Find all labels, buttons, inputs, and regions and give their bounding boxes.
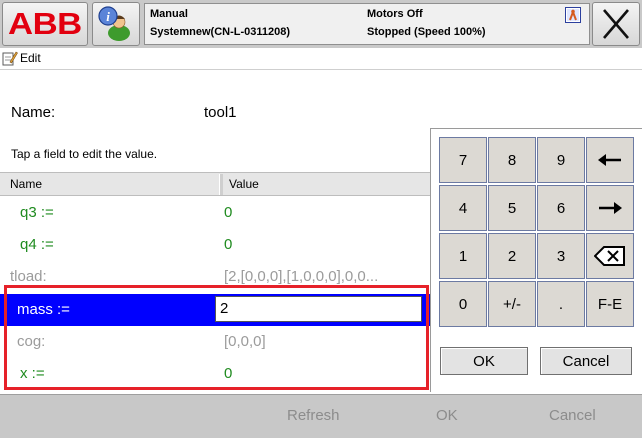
top-bar: ABB i Manual Systemnew(CN-L-0311208) Mot… [0, 0, 642, 48]
system-name: Systemnew(CN-L-0311208) [150, 26, 291, 38]
backspace-button[interactable] [586, 233, 634, 279]
command-bar: Refresh OK Cancel [0, 394, 642, 438]
svg-text:i: i [106, 9, 110, 24]
key-1[interactable]: 1 [439, 233, 487, 279]
table-row[interactable]: q3 := 0 [0, 197, 430, 229]
row-name: tload: [10, 268, 47, 285]
refresh-button[interactable]: Refresh [287, 407, 340, 424]
key-plus-minus[interactable]: +/- [488, 281, 536, 327]
close-icon [603, 9, 629, 39]
name-label: Name: [11, 104, 56, 121]
arrow-left-icon [598, 154, 621, 166]
key-0[interactable]: 0 [439, 281, 487, 327]
key-4[interactable]: 4 [439, 185, 487, 231]
cursor-left-button[interactable] [586, 137, 634, 183]
view-header: Edit [0, 48, 642, 70]
keypad-ok-button[interactable]: OK [440, 347, 528, 375]
key-8[interactable]: 8 [488, 137, 536, 183]
table-row[interactable]: q4 := 0 [0, 229, 430, 261]
column-header-name: Name [10, 177, 43, 191]
record-name: tool1 [204, 104, 237, 121]
tasks-icon [565, 7, 581, 23]
numeric-keypad: 7 8 9 4 5 6 1 2 3 0 +/- . F-E OK Cancel [430, 128, 642, 392]
status-bar[interactable]: Manual Systemnew(CN-L-0311208) Motors Of… [144, 3, 590, 45]
table-header: Name Value [0, 172, 430, 196]
edit-icon [2, 51, 18, 66]
program-state: Stopped (Speed 100%) [367, 26, 486, 38]
key-6[interactable]: 6 [537, 185, 585, 231]
instruction-text: Tap a field to edit the value. [11, 147, 158, 161]
row-value: [2,[0,0,0],[1,0,0,0],0,0... [224, 268, 379, 285]
cursor-right-button[interactable] [586, 185, 634, 231]
key-9[interactable]: 9 [537, 137, 585, 183]
row-name: q4 := [20, 236, 54, 253]
row-value: 0 [224, 236, 233, 253]
annotation-highlight-box [4, 285, 429, 390]
ok-button[interactable]: OK [436, 407, 458, 424]
arrow-right-icon [599, 202, 622, 214]
cancel-button[interactable]: Cancel [549, 407, 596, 424]
keypad-cancel-button[interactable]: Cancel [540, 347, 632, 375]
backspace-icon [594, 246, 625, 266]
column-divider[interactable] [219, 174, 223, 195]
key-exponent[interactable]: F-E [586, 281, 634, 327]
column-header-value: Value [229, 177, 259, 191]
info-user-button[interactable]: i [92, 2, 140, 46]
info-user-icon: i [98, 6, 130, 41]
key-5[interactable]: 5 [488, 185, 536, 231]
key-2[interactable]: 2 [488, 233, 536, 279]
abb-logo: ABB [8, 6, 82, 41]
row-value: 0 [224, 204, 233, 221]
key-decimal-point[interactable]: . [537, 281, 585, 327]
key-7[interactable]: 7 [439, 137, 487, 183]
key-3[interactable]: 3 [537, 233, 585, 279]
abb-menu-button[interactable]: ABB [2, 2, 88, 46]
close-button[interactable] [592, 2, 640, 46]
motors-state: Motors Off [367, 8, 423, 20]
row-name: q3 := [20, 204, 54, 221]
view-title: Edit [20, 51, 41, 65]
operating-mode: Manual [150, 8, 188, 20]
